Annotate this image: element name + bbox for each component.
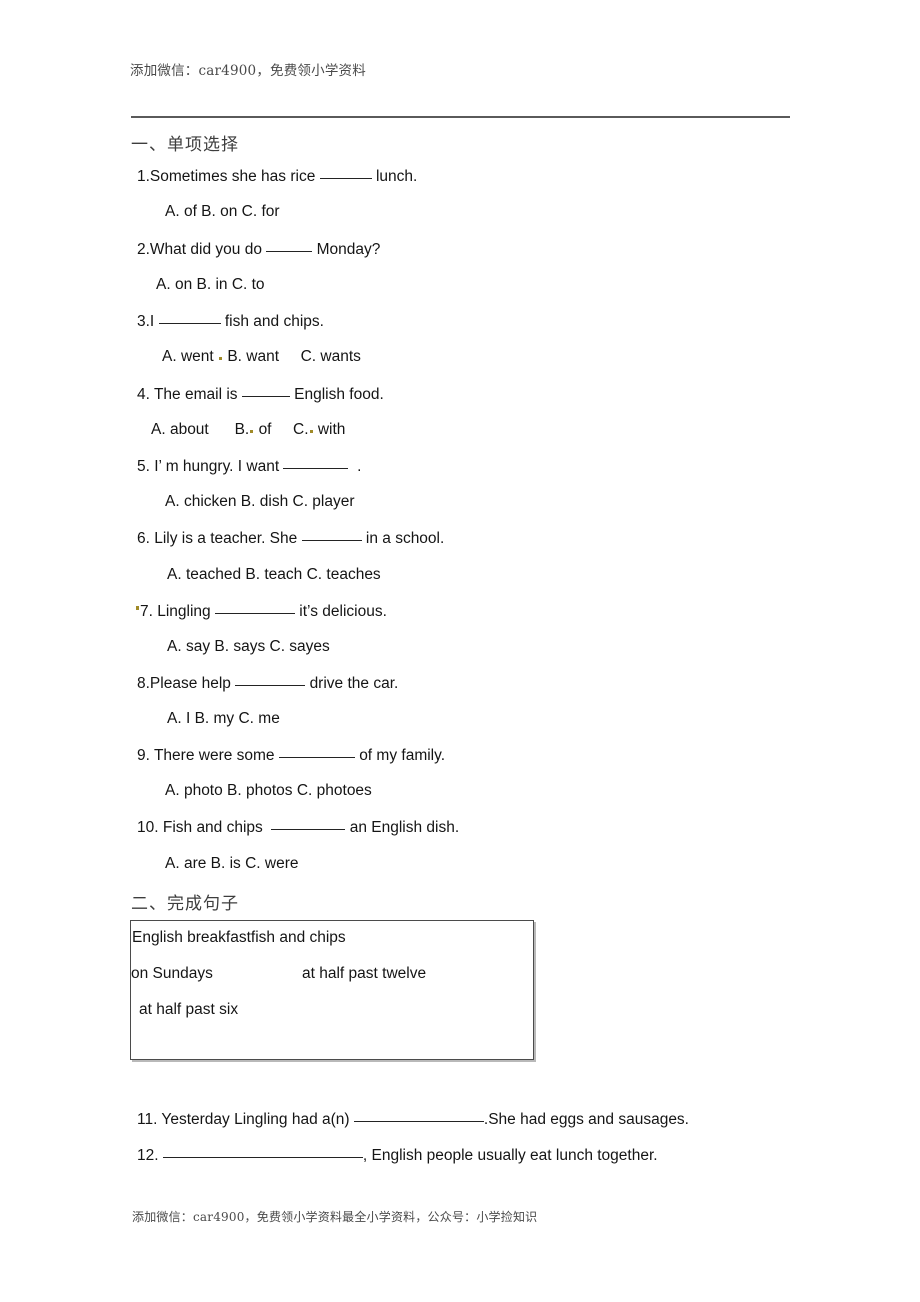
q12-text-before: 12. <box>137 1147 159 1164</box>
question-7-options[interactable]: A. say B. says C. sayes <box>167 637 330 657</box>
word-bank-line-1[interactable]: English breakfastfish and chips <box>132 928 346 948</box>
q9-text-after: of my family. <box>359 747 446 764</box>
q7-blank[interactable] <box>214 601 295 614</box>
q11-blank[interactable] <box>353 1109 484 1122</box>
q3-blank[interactable] <box>158 311 221 324</box>
question-9-options[interactable]: A. photo B. photos C. photoes <box>165 781 372 801</box>
q12-text-after: , English people usually eat lunch toget… <box>362 1147 658 1164</box>
question-6-stem: 6. Lily is a teacher. She in a school. <box>137 528 444 549</box>
stray-mark-icon <box>136 606 139 610</box>
q2-text-before: 2.What did you do <box>137 241 262 258</box>
question-10-options[interactable]: A. are B. is C. were <box>165 854 299 874</box>
q4-option-a[interactable]: A. about <box>151 421 209 438</box>
q11-text-before: 11. Yesterday Lingling had a(n) <box>137 1111 350 1128</box>
q4-option-c-label[interactable]: C. <box>293 421 309 438</box>
q1-blank[interactable] <box>319 166 372 179</box>
q7-text-after: it’s delicious. <box>299 603 387 620</box>
word-bank-on-sundays[interactable]: on Sundays <box>131 964 213 984</box>
stray-mark-icon <box>219 357 223 360</box>
question-6-options[interactable]: A. teached B. teach C. teaches <box>167 565 381 585</box>
q4-option-b-label[interactable]: B. <box>235 421 250 438</box>
worksheet-page: 添加微信：car4900，免费领小学资料 一、单项选择 1.Sometimes … <box>0 0 920 1302</box>
q6-blank[interactable] <box>301 528 362 541</box>
question-3-options[interactable]: A. went B. want C. wants <box>162 347 361 367</box>
header-watermark: 添加微信：car4900，免费领小学资料 <box>130 63 366 79</box>
q1-text-before: 1.Sometimes she has rice <box>137 168 316 185</box>
question-5-stem: 5. I’ m hungry. I want . <box>137 456 361 477</box>
q6-text-before: 6. Lily is a teacher. She <box>137 530 298 547</box>
question-8-stem: 8.Please help drive the car. <box>137 673 398 694</box>
q10-text-after: an English dish. <box>349 819 460 836</box>
question-8-options[interactable]: A. I B. my C. me <box>167 709 280 729</box>
question-1-stem: 1.Sometimes she has rice lunch. <box>137 166 417 187</box>
q8-text-after: drive the car. <box>309 675 399 692</box>
q10-text-before: 10. Fish and chips <box>137 819 263 836</box>
q3-option-c[interactable]: C. wants <box>301 348 361 365</box>
q3-option-b[interactable]: B. want <box>227 348 279 365</box>
question-11: 11. Yesterday Lingling had a(n) .She had… <box>137 1109 689 1130</box>
stray-mark-icon <box>309 430 313 433</box>
q4-option-c-word[interactable]: with <box>318 421 346 438</box>
question-7-stem: 7. Lingling it’s delicious. <box>140 601 387 622</box>
q5-text-before: 5. I’ m hungry. I want <box>137 458 280 475</box>
q3-text-before: 3.I <box>137 313 155 330</box>
question-1-options[interactable]: A. of B. on C. for <box>165 202 280 222</box>
question-2-stem: 2.What did you do Monday? <box>137 239 380 260</box>
q4-text-after: English food. <box>294 386 384 403</box>
footer-watermark: 添加微信：car4900，免费领小学资料最全小学资料，公众号：小学捡知识 <box>132 1210 538 1224</box>
q10-blank[interactable] <box>271 817 346 830</box>
q11-text-after: .She had eggs and sausages. <box>483 1111 689 1128</box>
q5-blank[interactable] <box>283 456 349 469</box>
question-3-stem: 3.I fish and chips. <box>137 311 324 332</box>
word-bank-half-past-twelve[interactable]: at half past twelve <box>302 964 426 984</box>
stray-mark-icon <box>250 430 254 433</box>
q3-option-a[interactable]: A. went <box>162 348 214 365</box>
q12-blank[interactable] <box>162 1145 363 1158</box>
question-12: 12. , English people usually eat lunch t… <box>137 1145 658 1166</box>
word-bank-box: English breakfastfish and chips on Sunda… <box>130 920 534 1060</box>
section-one-heading: 一、单项选择 <box>131 135 239 155</box>
header-divider <box>131 116 790 118</box>
q9-blank[interactable] <box>278 745 355 758</box>
question-4-stem: 4. The email is English food. <box>137 384 384 405</box>
question-10-stem: 10. Fish and chips an English dish. <box>137 817 459 838</box>
q8-blank[interactable] <box>235 673 306 686</box>
question-9-stem: 9. There were some of my family. <box>137 745 445 766</box>
q8-text-before: 8.Please help <box>137 675 231 692</box>
q6-text-after: in a school. <box>365 530 445 547</box>
q3-text-after: fish and chips. <box>224 313 324 330</box>
word-bank-half-past-six[interactable]: at half past six <box>139 1000 238 1020</box>
section-two-heading: 二、完成句子 <box>131 894 239 914</box>
question-5-options[interactable]: A. chicken B. dish C. player <box>165 492 355 512</box>
q4-text-before: 4. The email is <box>137 386 238 403</box>
q2-text-after: Monday? <box>316 241 381 258</box>
q7-text-before: 7. Lingling <box>140 603 211 620</box>
q9-text-before: 9. There were some <box>137 747 275 764</box>
question-4-options[interactable]: A. about B. of C. with <box>151 420 345 440</box>
q5-text-after: . <box>357 458 362 475</box>
q4-option-b-word[interactable]: of <box>259 421 272 438</box>
question-2-options[interactable]: A. on B. in C. to <box>156 275 265 295</box>
q1-text-after: lunch. <box>375 168 418 185</box>
q4-blank[interactable] <box>241 384 290 397</box>
q2-blank[interactable] <box>266 239 313 252</box>
